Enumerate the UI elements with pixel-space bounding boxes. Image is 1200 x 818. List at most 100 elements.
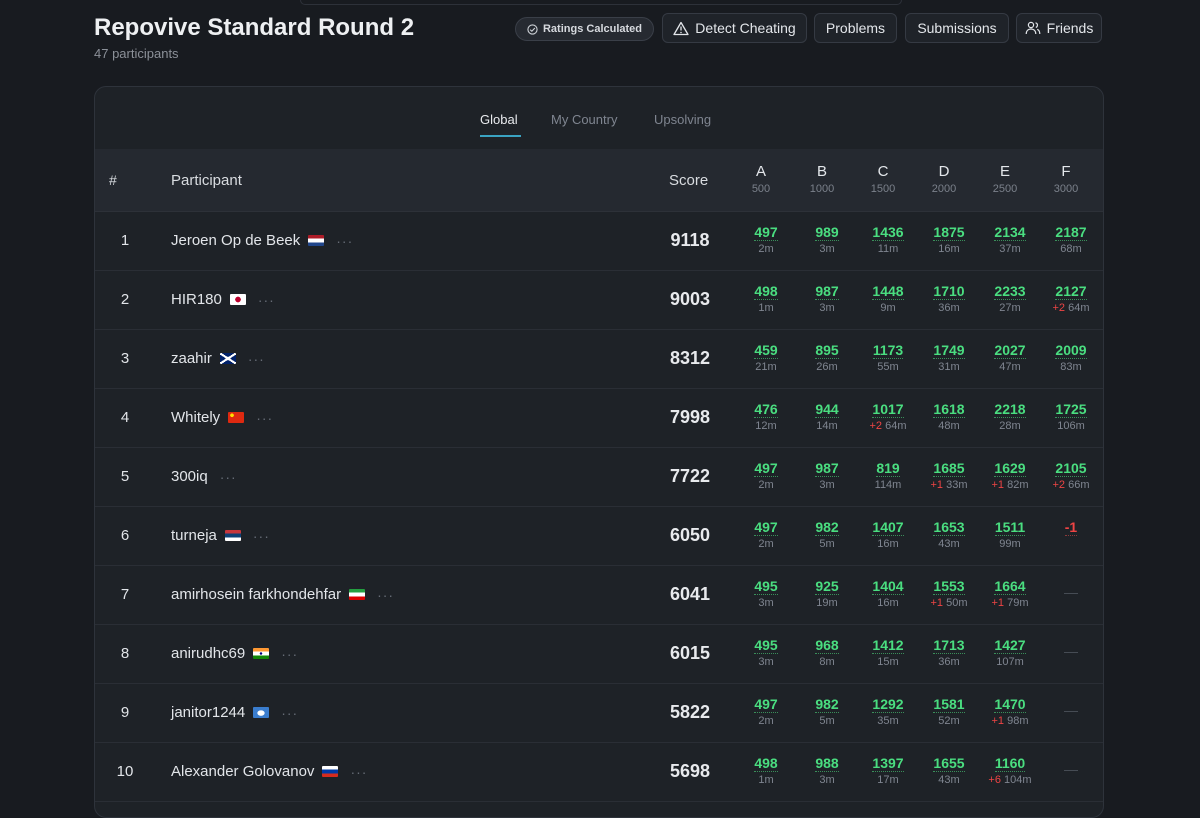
- more-options-icon[interactable]: ···: [253, 528, 270, 544]
- problem-result-c[interactable]: 1412 15m: [858, 637, 918, 668]
- problem-result-b[interactable]: 895 26m: [797, 342, 857, 373]
- problem-result-d[interactable]: 1618 48m: [919, 401, 979, 432]
- problem-result-c[interactable]: 1404 16m: [858, 578, 918, 609]
- problem-header-c[interactable]: C 1500: [858, 163, 908, 195]
- problem-result-f[interactable]: —: [1041, 755, 1101, 777]
- table-row[interactable]: 1 Jeroen Op de Beek ··· 9118 497 2m 989 3m 1436 1…: [95, 212, 1103, 271]
- problem-result-c[interactable]: 1397 17m: [858, 755, 918, 786]
- more-options-icon[interactable]: ···: [377, 587, 394, 603]
- problem-result-e[interactable]: 1470 +1 98m: [980, 696, 1040, 727]
- problem-result-b[interactable]: 944 14m: [797, 401, 857, 432]
- table-row[interactable]: 8 anirudhc69 ··· 6015 495 3m 968 8m 1412 15m 1713 3…: [95, 625, 1103, 684]
- participant-name[interactable]: amirhosein farkhondehfar: [171, 586, 341, 603]
- problem-result-d[interactable]: 1653 43m: [919, 519, 979, 550]
- problem-result-d[interactable]: 1713 36m: [919, 637, 979, 668]
- problem-result-a[interactable]: 498 1m: [736, 283, 796, 314]
- more-options-icon[interactable]: ···: [350, 764, 367, 780]
- problem-result-e[interactable]: 1511 99m: [980, 519, 1040, 550]
- problem-result-c[interactable]: 1448 9m: [858, 283, 918, 314]
- problem-header-a[interactable]: A 500: [736, 163, 786, 195]
- problem-result-a[interactable]: 498 1m: [736, 755, 796, 786]
- participant-name[interactable]: Alexander Golovanov: [171, 763, 314, 780]
- problem-result-e[interactable]: 2134 37m: [980, 224, 1040, 255]
- problem-result-a[interactable]: 476 12m: [736, 401, 796, 432]
- problem-result-b[interactable]: 925 19m: [797, 578, 857, 609]
- problem-result-d[interactable]: 1710 36m: [919, 283, 979, 314]
- participant-name[interactable]: HIR180: [171, 291, 222, 308]
- problem-result-a[interactable]: 495 3m: [736, 578, 796, 609]
- problem-result-a[interactable]: 497 2m: [736, 696, 796, 727]
- more-options-icon[interactable]: ···: [220, 469, 237, 485]
- problem-result-c[interactable]: 1436 11m: [858, 224, 918, 255]
- problem-result-c[interactable]: 1292 35m: [858, 696, 918, 727]
- problem-result-f[interactable]: 2187 68m: [1041, 224, 1101, 255]
- problem-header-f[interactable]: F 3000: [1041, 163, 1091, 195]
- problem-result-c[interactable]: 819 114m: [858, 460, 918, 491]
- problem-result-b[interactable]: 968 8m: [797, 637, 857, 668]
- problem-result-e[interactable]: 1664 +1 79m: [980, 578, 1040, 609]
- problem-result-a[interactable]: 495 3m: [736, 637, 796, 668]
- table-row[interactable]: 5 300iq ··· 7722 497 2m 987 3m 819 114m 1685 +1 33m…: [95, 448, 1103, 507]
- table-row[interactable]: 3 zaahir ··· 8312 459 21m 895 26m 1173 55m 1749 31m…: [95, 330, 1103, 389]
- problem-result-e[interactable]: 1160 +6 104m: [980, 755, 1040, 786]
- problem-result-f[interactable]: 2009 83m: [1041, 342, 1101, 373]
- problem-result-e[interactable]: 1427 107m: [980, 637, 1040, 668]
- problem-result-a[interactable]: 497 2m: [736, 224, 796, 255]
- problem-result-f[interactable]: -1: [1041, 519, 1101, 537]
- participant-name[interactable]: turneja: [171, 527, 217, 544]
- participant-name[interactable]: Whitely: [171, 409, 220, 426]
- table-row[interactable]: 2 HIR180 ··· 9003 498 1m 987 3m 1448 9m 1710 36m 223…: [95, 271, 1103, 330]
- problem-result-c[interactable]: 1407 16m: [858, 519, 918, 550]
- participant-name[interactable]: zaahir: [171, 350, 212, 367]
- problem-result-b[interactable]: 988 3m: [797, 755, 857, 786]
- table-row[interactable]: 6 turneja ··· 6050 497 2m 982 5m 1407 16m 1653 43m 1…: [95, 507, 1103, 566]
- problem-result-e[interactable]: 1629 +1 82m: [980, 460, 1040, 491]
- problem-result-f[interactable]: —: [1041, 696, 1101, 718]
- problem-result-d[interactable]: 1685 +1 33m: [919, 460, 979, 491]
- problem-result-d[interactable]: 1875 16m: [919, 224, 979, 255]
- problem-result-b[interactable]: 982 5m: [797, 696, 857, 727]
- problem-result-c[interactable]: 1017 +2 64m: [858, 401, 918, 432]
- problem-result-a[interactable]: 497 2m: [736, 519, 796, 550]
- problem-header-e[interactable]: E 2500: [980, 163, 1030, 195]
- table-row[interactable]: 7 amirhosein farkhondehfar ··· 6041 495 3m 925…: [95, 566, 1103, 625]
- tab-upsolving[interactable]: Upsolving: [654, 112, 711, 127]
- problem-result-f[interactable]: 1725 106m: [1041, 401, 1101, 432]
- participant-name[interactable]: janitor1244: [171, 704, 245, 721]
- friends-button[interactable]: Friends: [1016, 13, 1102, 43]
- problem-result-f[interactable]: 2127 +2 64m: [1041, 283, 1101, 314]
- problem-header-b[interactable]: B 1000: [797, 163, 847, 195]
- problem-result-d[interactable]: 1655 43m: [919, 755, 979, 786]
- problem-result-b[interactable]: 987 3m: [797, 283, 857, 314]
- table-row[interactable]: 10 Alexander Golovanov ··· 5698 498 1m 988 3m 13…: [95, 743, 1103, 802]
- problem-result-e[interactable]: 2233 27m: [980, 283, 1040, 314]
- problem-result-d[interactable]: 1749 31m: [919, 342, 979, 373]
- problem-result-d[interactable]: 1553 +1 50m: [919, 578, 979, 609]
- problem-result-f[interactable]: —: [1041, 637, 1101, 659]
- more-options-icon[interactable]: ···: [336, 233, 353, 249]
- detect-cheating-button[interactable]: Detect Cheating: [662, 13, 807, 43]
- participant-name[interactable]: 300iq: [171, 468, 208, 485]
- problem-result-b[interactable]: 982 5m: [797, 519, 857, 550]
- problem-result-b[interactable]: 989 3m: [797, 224, 857, 255]
- more-options-icon[interactable]: ···: [258, 292, 275, 308]
- tab-my-country[interactable]: My Country: [551, 112, 617, 127]
- problems-button[interactable]: Problems: [814, 13, 897, 43]
- problem-result-f[interactable]: 2105 +2 66m: [1041, 460, 1101, 491]
- problem-result-e[interactable]: 2218 28m: [980, 401, 1040, 432]
- more-options-icon[interactable]: ···: [281, 705, 298, 721]
- more-options-icon[interactable]: ···: [256, 410, 273, 426]
- participant-name[interactable]: Jeroen Op de Beek: [171, 232, 300, 249]
- problem-result-f[interactable]: —: [1041, 578, 1101, 600]
- more-options-icon[interactable]: ···: [248, 351, 265, 367]
- problem-header-d[interactable]: D 2000: [919, 163, 969, 195]
- participant-name[interactable]: anirudhc69: [171, 645, 245, 662]
- problem-result-b[interactable]: 987 3m: [797, 460, 857, 491]
- problem-result-a[interactable]: 497 2m: [736, 460, 796, 491]
- more-options-icon[interactable]: ···: [281, 646, 298, 662]
- problem-result-a[interactable]: 459 21m: [736, 342, 796, 373]
- problem-result-e[interactable]: 2027 47m: [980, 342, 1040, 373]
- table-row[interactable]: 4 Whitely ··· 7998 476 12m 944 14m 1017 +2 64m 161…: [95, 389, 1103, 448]
- score-header[interactable]: Score: [669, 172, 708, 189]
- table-row[interactable]: 9 janitor1244 ··· 5822 497 2m 982 5m 1292 35m 1581…: [95, 684, 1103, 743]
